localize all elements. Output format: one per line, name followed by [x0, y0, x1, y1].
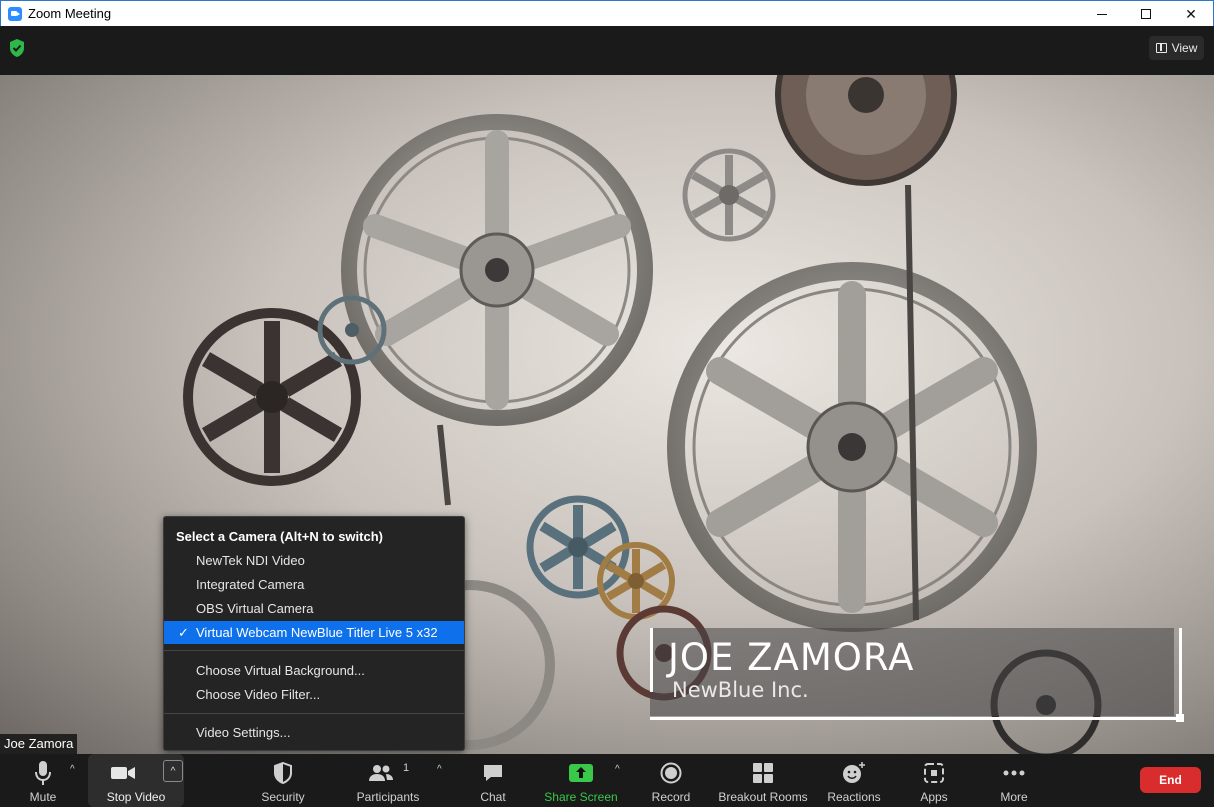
chat-button[interactable]: Chat [466, 754, 520, 807]
choose-virtual-background-option[interactable]: Choose Virtual Background... [164, 659, 464, 682]
menu-divider [164, 650, 464, 651]
reel-large-right [667, 262, 1037, 632]
participants-label: Participants [356, 790, 420, 804]
lower-third-right-line [1179, 628, 1182, 714]
film-strip-2 [437, 424, 451, 506]
lower-third-bottom-line [650, 717, 1180, 720]
more-button[interactable]: More [988, 754, 1040, 807]
lower-third-title: JOE ZAMORA NewBlue Inc. [650, 628, 1184, 722]
lower-third-name: JOE ZAMORA [668, 636, 915, 679]
reel-dark-left [183, 308, 361, 486]
security-shield-icon [273, 758, 293, 788]
reel-large-center [341, 114, 653, 426]
share-options-caret[interactable]: ^ [615, 764, 620, 775]
apps-button[interactable]: Apps [908, 754, 960, 807]
choose-video-filter-option[interactable]: Choose Video Filter... [164, 683, 464, 706]
camera-option-obs[interactable]: OBS Virtual Camera [164, 597, 464, 620]
participants-button[interactable]: Participants [352, 754, 424, 807]
participants-count: 1 [403, 762, 410, 774]
share-screen-icon [569, 758, 593, 788]
window-titlebar: Zoom Meeting ✕ [0, 0, 1214, 26]
film-strip [905, 184, 919, 621]
camera-option-label: OBS Virtual Camera [196, 601, 314, 616]
view-button[interactable]: View [1149, 36, 1204, 60]
reactions-smiley-icon [842, 758, 866, 788]
record-button[interactable]: Record [644, 754, 698, 807]
reel-teal-bottom [526, 495, 630, 599]
security-label: Security [261, 790, 305, 804]
menu-divider [164, 713, 464, 714]
breakout-rooms-icon [752, 758, 774, 788]
record-label: Record [651, 790, 691, 804]
maximize-button[interactable] [1123, 1, 1169, 27]
reel-small-top [682, 148, 776, 242]
reel-top-right [775, 75, 957, 186]
menu-option-label: Choose Video Filter... [196, 687, 321, 702]
grid-icon [1155, 43, 1167, 53]
apps-label: Apps [920, 790, 948, 804]
menu-option-label: Choose Virtual Background... [196, 663, 365, 678]
view-label: View [1171, 41, 1198, 55]
zoom-app-icon [8, 7, 22, 21]
camera-select-menu: Select a Camera (Alt+N to switch) NewTek… [163, 516, 465, 751]
chat-bubble-icon [482, 758, 504, 788]
end-meeting-button[interactable]: End [1140, 767, 1201, 793]
share-screen-label: Share Screen [544, 790, 618, 804]
menu-option-label: Video Settings... [196, 725, 291, 740]
reactions-label: Reactions [827, 790, 881, 804]
more-dots-icon [1002, 758, 1026, 788]
close-icon: ✕ [1185, 5, 1197, 22]
minimize-icon [1097, 13, 1107, 15]
participants-options-caret[interactable]: ^ [437, 764, 442, 775]
microphone-icon [34, 758, 52, 788]
meeting-toolbar: Mute ^ Stop Video ^ Security Participant… [0, 754, 1214, 807]
lower-third-corner-dot [1176, 714, 1184, 722]
camera-option-label: Integrated Camera [196, 577, 305, 592]
more-label: More [1000, 790, 1028, 804]
chat-label: Chat [480, 790, 506, 804]
maximize-icon [1141, 9, 1151, 19]
record-icon [660, 758, 682, 788]
audio-options-caret[interactable]: ^ [70, 764, 75, 775]
video-camera-icon [110, 758, 136, 788]
checkmark-icon: ✓ [178, 625, 189, 640]
security-button[interactable]: Security [252, 754, 314, 807]
video-options-caret[interactable]: ^ [163, 760, 183, 782]
stop-video-label: Stop Video [106, 790, 166, 804]
breakout-rooms-button[interactable]: Breakout Rooms [716, 754, 810, 807]
lower-third-company: NewBlue Inc. [672, 678, 809, 702]
video-settings-option[interactable]: Video Settings... [164, 721, 464, 744]
reactions-button[interactable]: Reactions [824, 754, 884, 807]
mute-label: Mute [29, 790, 57, 804]
meeting-topbar: View [0, 26, 1214, 75]
breakout-rooms-label: Breakout Rooms [718, 790, 808, 804]
mute-button[interactable]: Mute [14, 754, 72, 807]
camera-option-newblue[interactable]: ✓ Virtual Webcam NewBlue Titler Live 5 x… [164, 621, 464, 644]
participant-name-label: Joe Zamora [0, 734, 78, 754]
lower-third-left-line [650, 628, 653, 692]
participants-icon [368, 758, 394, 788]
minimize-button[interactable] [1079, 1, 1125, 27]
encryption-shield-icon[interactable] [8, 38, 26, 58]
share-screen-button[interactable]: Share Screen [544, 754, 618, 807]
camera-option-label: NewTek NDI Video [196, 553, 305, 568]
camera-option-newtek[interactable]: NewTek NDI Video [164, 549, 464, 572]
apps-icon [923, 758, 945, 788]
camera-option-integrated[interactable]: Integrated Camera [164, 573, 464, 596]
window-title: Zoom Meeting [28, 6, 112, 21]
close-button[interactable]: ✕ [1168, 1, 1214, 27]
camera-option-label: Virtual Webcam NewBlue Titler Live 5 x32 [196, 625, 438, 640]
camera-menu-header: Select a Camera (Alt+N to switch) [176, 529, 383, 544]
